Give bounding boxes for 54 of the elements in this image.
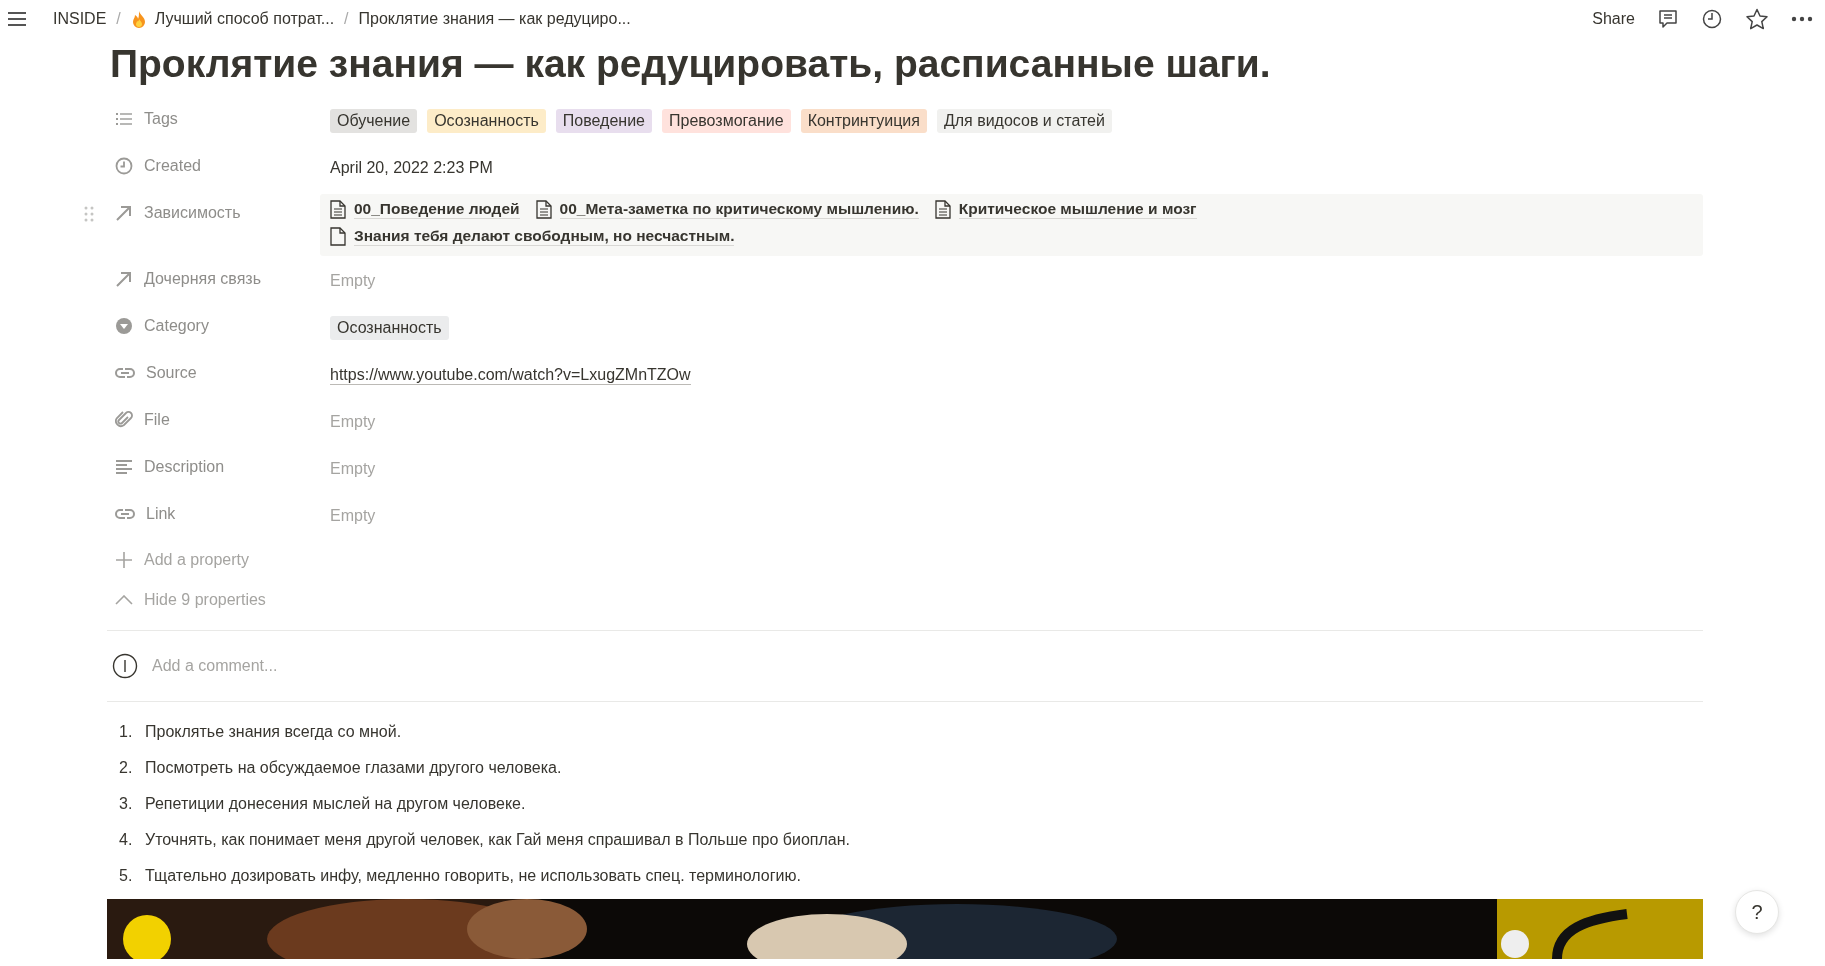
dropdown-icon (115, 317, 133, 335)
breadcrumb-link[interactable]: INSIDE (53, 10, 107, 28)
document-icon (330, 200, 346, 219)
help-button[interactable]: ? (1735, 890, 1779, 934)
list-item-text: Тщательно дозировать инфу, медленно говорить, не использовать спец. терминологию. (145, 867, 801, 885)
document-icon (535, 200, 552, 219)
breadcrumb-separator: / (344, 10, 349, 28)
drag-handle-icon[interactable] (84, 206, 94, 222)
page-link[interactable]: Критическое мышление и мозг (934, 200, 1197, 219)
list-number: 5. (119, 867, 133, 885)
tag[interactable]: Осознанность (330, 316, 449, 340)
list-item-text: Проклятье знания всегда со мной. (145, 723, 402, 741)
tag[interactable]: Обучение (330, 109, 418, 133)
list-icon (115, 111, 133, 127)
list-item-text: Посмотреть на обсуждаемое глазами другого человека. (145, 759, 562, 777)
share-button[interactable]: Share (1592, 10, 1635, 28)
more-icon[interactable] (1791, 16, 1813, 22)
breadcrumb-link[interactable]: Лучший способ потрат... (130, 10, 335, 28)
paperclip-icon (115, 411, 133, 429)
text-lines-icon (115, 459, 133, 475)
arrow-icon (115, 204, 133, 222)
list-item-text: Репетиции донесения мыслей на другом человеке. (145, 795, 526, 813)
page-title: Проклятие знания — как редуцировать, расписанные шаги. (110, 41, 1272, 87)
list-number: 4. (119, 831, 133, 849)
document-icon (330, 227, 346, 246)
document-icon (934, 200, 951, 219)
link-icon (115, 506, 135, 522)
tag[interactable]: Превозмогание (662, 109, 791, 133)
tag[interactable]: Для видосов и статей (936, 109, 1112, 133)
flame-icon (130, 10, 147, 28)
breadcrumb-separator: / (116, 10, 121, 28)
comment-icon[interactable] (1657, 8, 1679, 30)
link-icon (115, 365, 135, 381)
plus-icon (115, 551, 133, 569)
tag[interactable]: Осознанность (427, 109, 546, 133)
tag[interactable]: Контринтуиция (800, 109, 927, 133)
url-link[interactable]: https://www.youtube.com/watch?v=LxugZMnTZOw (330, 365, 691, 385)
list-number: 1. (119, 723, 133, 741)
page-link[interactable]: 00_Поведение людей (330, 200, 520, 219)
page-link[interactable]: Знания тебя делают свободным, но несчастным. (330, 227, 735, 246)
clock-icon[interactable] (1701, 8, 1723, 30)
list-number: 3. (119, 795, 133, 813)
arrow-icon (115, 270, 133, 288)
list-item-text: Уточнять, как понимает меня другой человек, как Гай меня спрашивал в Польше про биоплан. (145, 831, 850, 849)
chevron-up-icon (115, 595, 133, 605)
avatar-icon (112, 653, 138, 679)
menu-icon[interactable] (7, 11, 27, 27)
tag[interactable]: Поведение (555, 109, 652, 133)
page-link[interactable]: 00_Мета-заметка по критическому мышлению. (535, 200, 919, 219)
breadcrumb-link[interactable]: Проклятие знания — как редуциро... (358, 10, 631, 28)
created-date: April 20, 2022 2:23 PM (330, 159, 493, 177)
list-number: 2. (119, 759, 133, 777)
clock-icon (115, 157, 133, 175)
star-icon[interactable] (1745, 8, 1769, 30)
